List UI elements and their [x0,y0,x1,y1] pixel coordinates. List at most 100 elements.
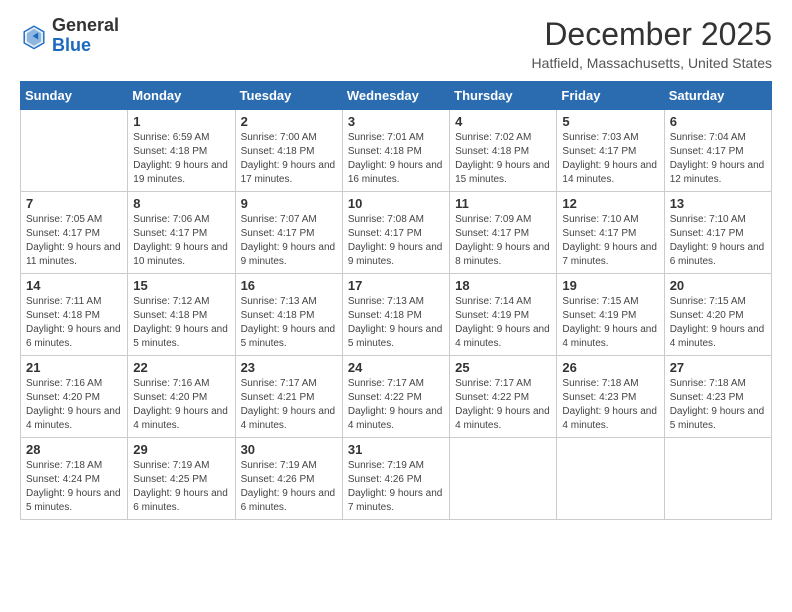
day-info: Sunrise: 7:19 AMSunset: 4:25 PMDaylight:… [133,459,229,515]
day-number: 4 [455,114,551,129]
day-number: 8 [133,196,229,211]
day-cell [664,438,771,520]
day-info: Sunrise: 7:18 AMSunset: 4:23 PMDaylight:… [562,377,658,433]
day-cell: 7Sunrise: 7:05 AMSunset: 4:17 PMDaylight… [21,192,128,274]
day-cell: 5 Sunrise: 7:03 AMSunset: 4:17 PMDaylight… [557,110,664,192]
day-header-sunday: Sunday [21,82,128,110]
location: Hatfield, Massachusetts, United States [532,55,772,71]
day-cell: 20Sunrise: 7:15 AMSunset: 4:20 PMDayligh… [664,274,771,356]
day-number: 15 [133,278,229,293]
day-info: Sunrise: 7:16 AMSunset: 4:20 PMDaylight:… [133,377,229,433]
day-headers-row: SundayMondayTuesdayWednesdayThursdayFrid… [21,82,772,110]
day-info: Sunrise: 7:17 AMSunset: 4:21 PMDaylight:… [241,377,337,433]
day-info: Sunrise: 7:15 AMSunset: 4:19 PMDaylight:… [562,295,658,351]
week-row-2: 7Sunrise: 7:05 AMSunset: 4:17 PMDaylight… [21,192,772,274]
day-info: Sunrise: 7:03 AMSunset: 4:17 PMDaylight:… [562,131,658,187]
day-number: 9 [241,196,337,211]
day-number: 5 [562,114,658,129]
calendar-table: SundayMondayTuesdayWednesdayThursdayFrid… [20,81,772,520]
day-cell: 17Sunrise: 7:13 AMSunset: 4:18 PMDayligh… [342,274,449,356]
day-cell: 26 Sunrise: 7:18 AMSunset: 4:23 PMDayligh… [557,356,664,438]
day-number: 26 [562,360,658,375]
day-cell: 27 Sunrise: 7:18 AMSunset: 4:23 PMDayligh… [664,356,771,438]
day-cell: 12Sunrise: 7:10 AMSunset: 4:17 PMDayligh… [557,192,664,274]
day-info: Sunrise: 7:07 AMSunset: 4:17 PMDaylight:… [241,213,337,269]
day-cell: 2 Sunrise: 7:00 AMSunset: 4:18 PMDaylight… [235,110,342,192]
day-info: Sunrise: 7:13 AMSunset: 4:18 PMDaylight:… [348,295,444,351]
day-header-wednesday: Wednesday [342,82,449,110]
day-cell: 31 Sunrise: 7:19 AMSunset: 4:26 PMDayligh… [342,438,449,520]
week-row-3: 14 Sunrise: 7:11 AMSunset: 4:18 PMDayligh… [21,274,772,356]
day-cell: 25 Sunrise: 7:17 AMSunset: 4:22 PMDayligh… [450,356,557,438]
day-number: 24 [348,360,444,375]
day-info: Sunrise: 7:04 AMSunset: 4:17 PMDaylight:… [670,131,766,187]
day-number: 27 [670,360,766,375]
day-cell: 10 Sunrise: 7:08 AMSunset: 4:17 PMDayligh… [342,192,449,274]
day-number: 16 [241,278,337,293]
day-info: Sunrise: 7:12 AMSunset: 4:18 PMDaylight:… [133,295,229,351]
day-header-thursday: Thursday [450,82,557,110]
day-info: Sunrise: 7:17 AMSunset: 4:22 PMDaylight:… [455,377,551,433]
day-number: 10 [348,196,444,211]
day-header-friday: Friday [557,82,664,110]
day-info: Sunrise: 7:18 AMSunset: 4:23 PMDaylight:… [670,377,766,433]
day-cell: 14 Sunrise: 7:11 AMSunset: 4:18 PMDayligh… [21,274,128,356]
day-cell: 22 Sunrise: 7:16 AMSunset: 4:20 PMDayligh… [128,356,235,438]
week-row-5: 28Sunrise: 7:18 AMSunset: 4:24 PMDayligh… [21,438,772,520]
day-cell [557,438,664,520]
day-number: 31 [348,442,444,457]
day-info: Sunrise: 7:11 AMSunset: 4:18 PMDaylight:… [26,295,122,351]
day-cell: 9 Sunrise: 7:07 AMSunset: 4:17 PMDaylight… [235,192,342,274]
day-info: Sunrise: 7:08 AMSunset: 4:17 PMDaylight:… [348,213,444,269]
day-cell: 23 Sunrise: 7:17 AMSunset: 4:21 PMDayligh… [235,356,342,438]
day-cell: 19Sunrise: 7:15 AMSunset: 4:19 PMDayligh… [557,274,664,356]
day-info: Sunrise: 7:13 AMSunset: 4:18 PMDaylight:… [241,295,337,351]
day-number: 6 [670,114,766,129]
day-cell: 4 Sunrise: 7:02 AMSunset: 4:18 PMDaylight… [450,110,557,192]
day-cell: 15 Sunrise: 7:12 AMSunset: 4:18 PMDayligh… [128,274,235,356]
day-info: Sunrise: 7:06 AMSunset: 4:17 PMDaylight:… [133,213,229,269]
day-number: 23 [241,360,337,375]
day-info: Sunrise: 7:02 AMSunset: 4:18 PMDaylight:… [455,131,551,187]
day-cell: 28Sunrise: 7:18 AMSunset: 4:24 PMDayligh… [21,438,128,520]
logo-general: General [52,15,119,35]
day-info: Sunrise: 7:17 AMSunset: 4:22 PMDaylight:… [348,377,444,433]
day-info: Sunrise: 7:19 AMSunset: 4:26 PMDaylight:… [348,459,444,515]
page-header: General Blue December 2025 Hatfield, Mas… [20,16,772,71]
week-row-1: 1 Sunrise: 6:59 AMSunset: 4:18 PMDaylight… [21,110,772,192]
logo-icon [20,22,48,50]
day-info: Sunrise: 7:09 AMSunset: 4:17 PMDaylight:… [455,213,551,269]
day-cell [450,438,557,520]
day-info: Sunrise: 7:10 AMSunset: 4:17 PMDaylight:… [670,213,766,269]
day-number: 11 [455,196,551,211]
month-year: December 2025 [532,16,772,53]
day-cell: 21Sunrise: 7:16 AMSunset: 4:20 PMDayligh… [21,356,128,438]
logo-text: General Blue [52,16,119,56]
title-block: December 2025 Hatfield, Massachusetts, U… [532,16,772,71]
day-number: 2 [241,114,337,129]
day-info: Sunrise: 7:01 AMSunset: 4:18 PMDaylight:… [348,131,444,187]
day-number: 18 [455,278,551,293]
day-info: Sunrise: 6:59 AMSunset: 4:18 PMDaylight:… [133,131,229,187]
day-info: Sunrise: 7:00 AMSunset: 4:18 PMDaylight:… [241,131,337,187]
day-number: 28 [26,442,122,457]
day-number: 7 [26,196,122,211]
logo-blue: Blue [52,35,91,55]
day-info: Sunrise: 7:15 AMSunset: 4:20 PMDaylight:… [670,295,766,351]
day-info: Sunrise: 7:14 AMSunset: 4:19 PMDaylight:… [455,295,551,351]
day-cell [21,110,128,192]
day-number: 25 [455,360,551,375]
day-cell: 24 Sunrise: 7:17 AMSunset: 4:22 PMDayligh… [342,356,449,438]
day-info: Sunrise: 7:16 AMSunset: 4:20 PMDaylight:… [26,377,122,433]
day-cell: 30Sunrise: 7:19 AMSunset: 4:26 PMDayligh… [235,438,342,520]
day-number: 14 [26,278,122,293]
day-cell: 6 Sunrise: 7:04 AMSunset: 4:17 PMDaylight… [664,110,771,192]
day-number: 1 [133,114,229,129]
logo: General Blue [20,16,119,56]
day-number: 30 [241,442,337,457]
day-number: 22 [133,360,229,375]
day-header-saturday: Saturday [664,82,771,110]
day-cell: 29Sunrise: 7:19 AMSunset: 4:25 PMDayligh… [128,438,235,520]
day-number: 13 [670,196,766,211]
day-header-tuesday: Tuesday [235,82,342,110]
